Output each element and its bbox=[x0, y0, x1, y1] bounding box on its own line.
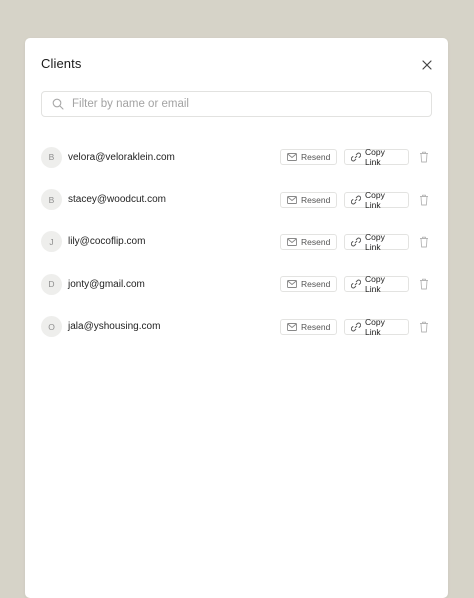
resend-button[interactable]: Resend bbox=[280, 318, 337, 335]
resend-button[interactable]: Resend bbox=[280, 191, 337, 208]
avatar: O bbox=[41, 316, 62, 338]
copy-link-button[interactable]: Copy Link bbox=[344, 189, 409, 210]
client-row: B velora@veloraklein.com Resend Copy Lin… bbox=[41, 136, 432, 178]
mail-icon bbox=[287, 280, 297, 289]
link-icon bbox=[351, 322, 361, 332]
resend-label: Resend bbox=[301, 279, 331, 290]
resend-label: Resend bbox=[301, 321, 331, 332]
link-icon bbox=[351, 152, 361, 162]
link-icon bbox=[351, 279, 361, 289]
copy-link-label: Copy Link bbox=[365, 231, 385, 252]
copy-link-label: Copy Link bbox=[365, 274, 385, 295]
copy-link-button[interactable]: Copy Link bbox=[344, 274, 409, 295]
search-icon bbox=[52, 98, 64, 110]
copy-link-button[interactable]: Copy Link bbox=[344, 147, 409, 168]
copy-link-label: Copy Link bbox=[365, 189, 385, 210]
close-icon[interactable] bbox=[420, 58, 434, 72]
avatar: B bbox=[41, 146, 62, 168]
trash-icon[interactable] bbox=[419, 194, 429, 206]
mail-icon bbox=[287, 322, 297, 331]
client-row: J lily@cocoflip.com Resend Copy Link bbox=[41, 221, 432, 263]
client-list: B velora@veloraklein.com Resend Copy Lin… bbox=[41, 136, 432, 348]
resend-label: Resend bbox=[301, 236, 331, 247]
resend-label: Resend bbox=[301, 152, 331, 163]
mail-icon bbox=[287, 195, 297, 204]
avatar: D bbox=[41, 273, 62, 295]
avatar: J bbox=[41, 231, 62, 253]
modal-title: Clients bbox=[41, 56, 82, 71]
mail-icon bbox=[287, 153, 297, 162]
clients-modal: Clients B velora@veloraklein.com Resend … bbox=[25, 38, 448, 598]
link-icon bbox=[351, 195, 361, 205]
client-row: D jonty@gmail.com Resend Copy Link bbox=[41, 263, 432, 305]
search-field[interactable] bbox=[41, 91, 432, 117]
client-row: O jala@yshousing.com Resend Copy Link bbox=[41, 306, 432, 348]
mail-icon bbox=[287, 238, 297, 246]
client-row: B stacey@woodcut.com Resend Copy Link bbox=[41, 178, 432, 220]
resend-label: Resend bbox=[301, 194, 331, 205]
search-input[interactable] bbox=[72, 98, 412, 110]
copy-link-button[interactable]: Copy Link bbox=[344, 316, 409, 337]
copy-link-label: Copy Link bbox=[365, 147, 385, 168]
copy-link-button[interactable]: Copy Link bbox=[344, 231, 409, 252]
trash-icon[interactable] bbox=[419, 321, 429, 333]
link-icon bbox=[351, 237, 361, 247]
avatar: B bbox=[41, 189, 62, 211]
resend-button[interactable]: Resend bbox=[280, 276, 337, 293]
trash-icon[interactable] bbox=[419, 151, 429, 163]
trash-icon[interactable] bbox=[419, 278, 429, 290]
resend-button[interactable]: Resend bbox=[280, 233, 337, 250]
copy-link-label: Copy Link bbox=[365, 316, 385, 337]
resend-button[interactable]: Resend bbox=[280, 149, 337, 166]
trash-icon[interactable] bbox=[419, 236, 429, 248]
